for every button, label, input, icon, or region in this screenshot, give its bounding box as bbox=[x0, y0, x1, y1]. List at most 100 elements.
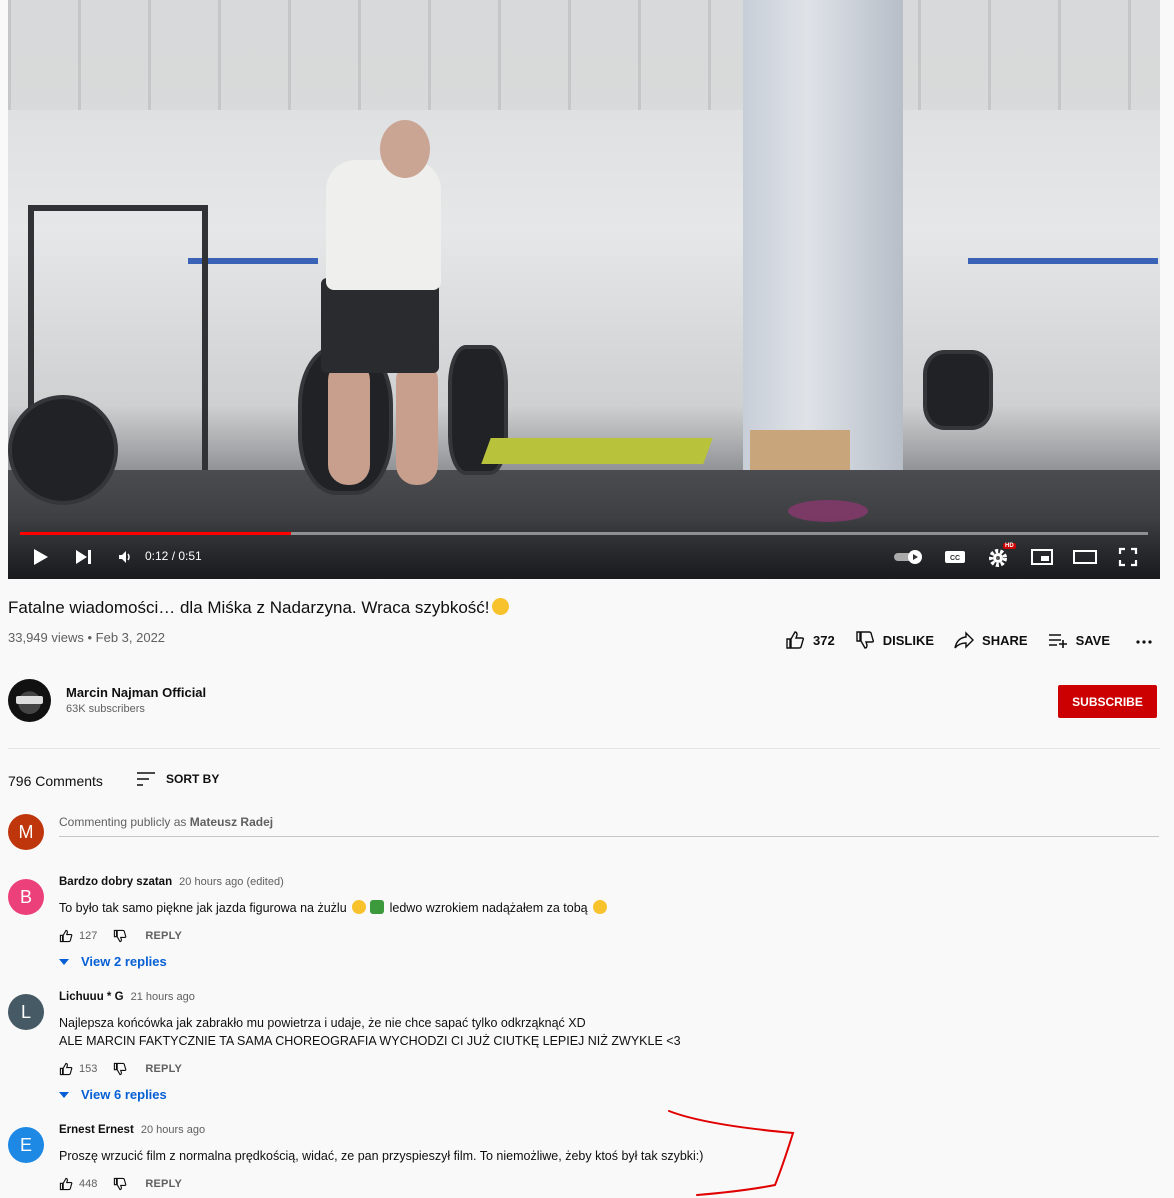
settings-button[interactable]: HD bbox=[986, 543, 1016, 569]
thumbs-down-icon[interactable] bbox=[113, 929, 127, 943]
comment-text: Proszę wrzucić film z normalna prędkości… bbox=[59, 1149, 704, 1163]
share-label: SHARE bbox=[982, 632, 1028, 648]
share-button[interactable]: SHARE bbox=[954, 630, 1028, 650]
reply-button[interactable]: REPLY bbox=[145, 1178, 182, 1190]
theater-icon bbox=[1073, 550, 1097, 564]
next-button[interactable] bbox=[73, 545, 95, 569]
theater-mode-button[interactable] bbox=[1073, 545, 1097, 569]
play-button[interactable] bbox=[30, 545, 52, 569]
comment-avatar[interactable]: B bbox=[8, 879, 44, 915]
video-actions: 372 DISLIKE SHARE SAVE bbox=[765, 630, 1152, 650]
video-frame-weight bbox=[8, 395, 118, 505]
comment-toolbar: 448 REPLY bbox=[59, 1177, 182, 1191]
video-frame-head bbox=[380, 120, 430, 178]
comment-input[interactable]: Commenting publicly as Mateusz Radej bbox=[59, 815, 273, 829]
comment-author[interactable]: Bardzo dobry szatan bbox=[59, 876, 172, 888]
thumbs-up-icon bbox=[786, 631, 805, 649]
thumbs-up-icon[interactable] bbox=[59, 1177, 73, 1191]
captions-button[interactable]: CC bbox=[943, 545, 967, 569]
channel-avatar[interactable] bbox=[8, 679, 51, 722]
comment-avatar[interactable]: L bbox=[8, 994, 44, 1030]
comment-toolbar: 127 REPLY bbox=[59, 929, 182, 943]
thumbs-down-icon bbox=[856, 631, 874, 649]
caret-down-icon bbox=[59, 958, 69, 965]
comment-author[interactable]: Ernest Ernest bbox=[59, 1124, 134, 1136]
divider bbox=[8, 748, 1160, 749]
share-icon bbox=[954, 631, 975, 649]
comment-text-line: Najlepsza końcówka jak zabrakło mu powie… bbox=[59, 1016, 586, 1030]
video-frame-weight bbox=[923, 350, 993, 430]
comment-input-user: Mateusz Radej bbox=[189, 815, 274, 829]
current-user-avatar: M bbox=[8, 814, 44, 850]
view-replies-button[interactable]: View 6 replies bbox=[59, 1087, 167, 1102]
fullscreen-button[interactable] bbox=[1117, 545, 1139, 569]
video-title: Fatalne wiadomości… dla Miśka z Nadarzyn… bbox=[8, 598, 511, 618]
video-meta: 33,949 views • Feb 3, 2022 bbox=[8, 630, 166, 645]
svg-text:CC: CC bbox=[950, 555, 960, 562]
channel-subscribers: 63K subscribers bbox=[66, 703, 145, 715]
video-frame-leg bbox=[328, 360, 370, 485]
thumbs-down-icon[interactable] bbox=[113, 1177, 127, 1191]
thumbs-up-icon[interactable] bbox=[59, 1062, 73, 1076]
view-replies-label: View 6 replies bbox=[81, 1087, 167, 1102]
dislike-button[interactable]: DISLIKE bbox=[855, 630, 934, 650]
time-display: 0:12 / 0:51 bbox=[145, 549, 202, 563]
video-player[interactable] bbox=[8, 0, 1160, 579]
autoplay-toggle-icon bbox=[894, 550, 922, 564]
comment-input-underline bbox=[59, 836, 1159, 837]
more-actions-button[interactable] bbox=[1136, 630, 1152, 650]
playlist-add-icon bbox=[1048, 634, 1067, 648]
volume-icon bbox=[119, 551, 130, 563]
save-label: SAVE bbox=[1075, 632, 1110, 648]
hd-badge: HD bbox=[1003, 543, 1016, 549]
video-frame-bar bbox=[968, 258, 1158, 264]
subscribe-button[interactable]: SUBSCRIBE bbox=[1058, 685, 1157, 718]
thumbs-up-icon[interactable] bbox=[59, 929, 73, 943]
reply-button[interactable]: REPLY bbox=[145, 930, 182, 942]
save-button[interactable]: SAVE bbox=[1048, 630, 1110, 650]
comment-time[interactable]: 20 hours ago (edited) bbox=[179, 876, 284, 888]
miniplayer-icon bbox=[1031, 549, 1053, 565]
captions-icon: CC bbox=[945, 551, 965, 563]
comment-text-part: ledwo wzrokiem nadążałem za tobą bbox=[386, 901, 592, 915]
autoplay-toggle[interactable] bbox=[892, 545, 926, 569]
comment-text: To było tak samo piękne jak jazda figuro… bbox=[59, 899, 609, 917]
video-frame-pillar bbox=[743, 0, 903, 500]
video-title-text: Fatalne wiadomości… dla Miśka z Nadarzyn… bbox=[8, 598, 490, 617]
caret-down-icon bbox=[59, 1091, 69, 1098]
comment-author[interactable]: Lichuuu * G bbox=[59, 991, 124, 1003]
sort-by-button[interactable]: SORT BY bbox=[136, 771, 219, 787]
sort-icon bbox=[137, 772, 155, 786]
smiling-face-emoji-icon bbox=[491, 598, 509, 615]
comment-like-count: 153 bbox=[79, 1063, 98, 1075]
miniplayer-button[interactable] bbox=[1031, 545, 1053, 569]
video-frame-torso bbox=[326, 160, 441, 290]
red-annotation-mark bbox=[668, 1110, 795, 1196]
volume-button[interactable] bbox=[114, 545, 136, 569]
view-replies-label: View 2 replies bbox=[81, 954, 167, 969]
comment-like-count: 127 bbox=[79, 930, 98, 942]
dislike-label: DISLIKE bbox=[882, 632, 935, 648]
like-count: 372 bbox=[813, 632, 835, 648]
channel-name[interactable]: Marcin Najman Official bbox=[66, 685, 206, 700]
video-frame-ceiling bbox=[8, 0, 1160, 110]
next-icon bbox=[76, 550, 91, 564]
comments-count: 796 Comments bbox=[8, 773, 103, 789]
like-button[interactable]: 372 bbox=[785, 630, 835, 650]
sort-label: SORT BY bbox=[166, 772, 220, 786]
play-icon bbox=[34, 549, 48, 565]
reply-button[interactable]: REPLY bbox=[145, 1063, 182, 1075]
comment-like-count: 448 bbox=[79, 1178, 98, 1190]
comment-avatar[interactable]: E bbox=[8, 1127, 44, 1163]
progress-bar-fill bbox=[20, 532, 291, 535]
comment-time[interactable]: 20 hours ago bbox=[141, 1124, 205, 1136]
upside-down-face-emoji-icon bbox=[352, 900, 367, 914]
thumbs-down-icon[interactable] bbox=[113, 1062, 127, 1076]
more-horizontal-icon bbox=[1136, 640, 1152, 644]
screaming-face-emoji-icon bbox=[593, 900, 608, 914]
video-frame-mat bbox=[481, 438, 713, 464]
view-replies-button[interactable]: View 2 replies bbox=[59, 954, 167, 969]
gear-icon bbox=[989, 549, 1007, 567]
comment-time[interactable]: 21 hours ago bbox=[131, 991, 195, 1003]
progress-bar[interactable] bbox=[20, 532, 1148, 535]
